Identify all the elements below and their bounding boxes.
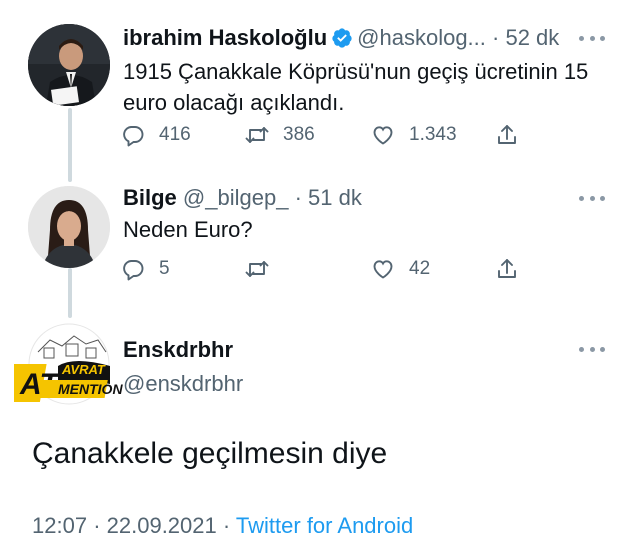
retweet-icon (245, 261, 269, 277)
reply-icon (123, 126, 144, 147)
separator: · (294, 185, 302, 210)
retweet-button[interactable]: 386 (245, 120, 315, 150)
retweet-button[interactable] (245, 254, 283, 284)
share-icon (498, 259, 516, 278)
heart-icon (373, 126, 393, 145)
display-name[interactable]: Enskdrbhr (123, 336, 243, 364)
thread-line (68, 108, 72, 182)
heart-icon (373, 260, 393, 279)
tweet-actions: 5 42 (121, 254, 531, 284)
separator: · (93, 513, 101, 538)
tweet-meta: 12:07 · 22.09.2021 · Twitter for Android (32, 512, 413, 540)
display-name[interactable]: Bilge (123, 185, 177, 210)
thread-line (68, 268, 72, 318)
tweet-date[interactable]: 22.09.2021 (107, 513, 217, 538)
reply-count: 5 (159, 258, 170, 279)
avatar-photo (28, 24, 110, 106)
retweet-count: 386 (283, 124, 315, 145)
share-icon (498, 125, 516, 144)
timestamp[interactable]: 51 dk (308, 185, 362, 210)
verified-badge-icon (331, 27, 353, 49)
handle[interactable]: @_bilgep_ (183, 185, 289, 210)
tweet-actions: 416 386 1.343 (121, 120, 531, 150)
share-button[interactable] (495, 120, 533, 150)
tweet-source-link[interactable]: Twitter for Android (236, 513, 413, 538)
reply-icon (123, 260, 144, 281)
tweet-text-line: euro olacağı açıklandı. (123, 90, 345, 115)
reply-button[interactable]: 416 (121, 120, 191, 150)
svg-text:AVRAT: AVRAT (61, 362, 106, 377)
avatar-photo (28, 186, 110, 268)
like-button[interactable]: 1.343 (371, 120, 457, 150)
svg-text:MENTION: MENTION (58, 381, 123, 397)
tweet-time[interactable]: 12:07 (32, 513, 87, 538)
handle[interactable]: @haskolog... (357, 25, 486, 50)
reply-button[interactable]: 5 (121, 254, 170, 284)
tweet-text: Neden Euro? (123, 214, 613, 245)
more-options-icon[interactable] (579, 344, 605, 354)
tweet-text-line: 1915 Çanakkale Köprüsü'nun geçiş ücretin… (123, 59, 589, 84)
like-count: 42 (409, 258, 431, 279)
separator: · (492, 25, 500, 50)
avatrat-mention-logo-icon: AT AVRAT MENTION (1, 323, 123, 405)
share-button[interactable] (495, 254, 533, 284)
reply-count: 416 (159, 124, 191, 145)
tweet-text-line: Neden Euro? (123, 217, 253, 242)
tweet-text: 1915 Çanakkale Köprüsü'nun geçiş ücretin… (123, 56, 613, 118)
avatar[interactable]: AT AVRAT MENTION (1, 322, 124, 408)
retweet-icon (245, 127, 269, 143)
tweet-header: ibrahim Haskoloğlu @haskolog... · 52 dk (123, 24, 559, 52)
more-options-icon[interactable] (579, 33, 605, 43)
timestamp[interactable]: 52 dk (505, 25, 559, 50)
tweet-header: Bilge @_bilgep_ · 51 dk (123, 184, 362, 212)
display-name[interactable]: ibrahim Haskoloğlu (123, 25, 327, 50)
handle[interactable]: @enskdrbhr (123, 370, 243, 398)
like-button[interactable]: 42 (371, 254, 430, 284)
main-tweet-text: Çanakkele geçilmesin diye (32, 437, 388, 470)
like-count: 1.343 (409, 124, 457, 145)
more-options-icon[interactable] (579, 193, 605, 203)
separator: · (222, 513, 231, 538)
avatar[interactable] (28, 24, 110, 106)
main-tweet-header: Enskdrbhr @enskdrbhr (123, 336, 243, 398)
avatar[interactable] (28, 186, 110, 268)
